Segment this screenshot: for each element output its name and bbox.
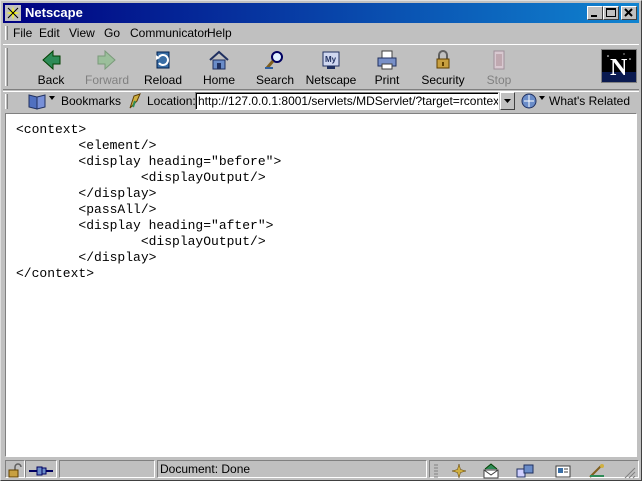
menu-bar: File Edit View Go Communicator Help bbox=[3, 24, 639, 42]
bookmarks-label: Bookmarks bbox=[61, 94, 122, 108]
maximize-button[interactable] bbox=[603, 6, 619, 20]
security-button[interactable]: Security bbox=[416, 48, 470, 88]
forward-arrow-icon bbox=[97, 49, 116, 71]
navigation-toolbar: Back Forward Reload Home Search My Netsc… bbox=[3, 44, 639, 90]
url-input[interactable]: http://127.0.0.1:8001/servlets/MDServlet… bbox=[195, 92, 499, 110]
location-toolbar-grip[interactable] bbox=[5, 94, 8, 109]
forward-label: Forward bbox=[84, 73, 129, 87]
my-netscape-button[interactable]: My Netscape bbox=[304, 48, 358, 88]
progress-bar bbox=[59, 460, 155, 478]
code-line: <context> bbox=[16, 122, 87, 137]
location-label-text: Location: bbox=[147, 94, 196, 108]
menu-edit[interactable]: Edit bbox=[39, 26, 60, 40]
menu-help[interactable]: Help bbox=[207, 26, 232, 40]
minimize-button[interactable] bbox=[587, 6, 603, 20]
resize-grip-icon[interactable] bbox=[620, 463, 636, 479]
print-button[interactable]: Print bbox=[360, 48, 414, 88]
code-line: <passAll/> bbox=[16, 202, 157, 217]
search-button[interactable]: Search bbox=[248, 48, 302, 88]
address-book-icon[interactable] bbox=[554, 463, 572, 479]
close-icon bbox=[624, 8, 633, 17]
menu-view[interactable]: View bbox=[69, 26, 95, 40]
page-content[interactable]: <context> <element/> <display heading="b… bbox=[5, 113, 637, 457]
security-status-cell[interactable] bbox=[5, 460, 25, 478]
my-netscape-label: Netscape bbox=[305, 73, 357, 87]
status-bar: Document: Done bbox=[3, 459, 639, 479]
navigation-toolbar-grip[interactable] bbox=[5, 48, 8, 86]
mail-icon[interactable] bbox=[482, 463, 500, 479]
minimize-icon bbox=[591, 15, 597, 17]
code-line: <displayOutput/> bbox=[16, 234, 266, 249]
stop-icon bbox=[493, 50, 505, 70]
menu-communicator[interactable]: Communicator bbox=[130, 26, 208, 40]
reload-label: Reload bbox=[143, 73, 183, 87]
whats-related-button[interactable]: What's Related bbox=[519, 92, 639, 110]
security-label: Security bbox=[421, 73, 465, 87]
url-dropdown-button[interactable] bbox=[500, 92, 515, 110]
stop-button[interactable]: Stop bbox=[472, 48, 526, 88]
svg-text:N: N bbox=[610, 55, 628, 81]
my-netscape-icon: My bbox=[322, 51, 340, 69]
reload-button[interactable]: Reload bbox=[136, 48, 190, 88]
window-title: Netscape bbox=[25, 5, 83, 20]
browser-window: Netscape File Edit View Go Communicator … bbox=[0, 0, 642, 481]
code-line: </display> bbox=[16, 186, 157, 201]
location-toolbar: Bookmarks Location: http://127.0.0.1:800… bbox=[3, 91, 639, 111]
code-line: <element/> bbox=[16, 138, 157, 153]
maximize-icon bbox=[606, 8, 616, 17]
page-proxy-icon[interactable] bbox=[127, 93, 143, 109]
reload-icon bbox=[156, 51, 170, 69]
netscape-throbber-logo[interactable]: N bbox=[601, 49, 637, 83]
search-icon bbox=[265, 51, 283, 69]
close-button[interactable] bbox=[621, 6, 637, 20]
home-button[interactable]: Home bbox=[192, 48, 246, 88]
back-button[interactable]: Back bbox=[24, 48, 78, 88]
component-bar bbox=[429, 460, 639, 479]
search-label: Search bbox=[255, 73, 295, 87]
title-bar[interactable]: Netscape bbox=[3, 3, 639, 23]
stop-label: Stop bbox=[486, 73, 512, 87]
unlocked-padlock-icon bbox=[8, 463, 22, 478]
online-plug-icon bbox=[29, 466, 53, 476]
netscape-n-icon: N bbox=[602, 50, 636, 82]
home-icon bbox=[209, 50, 229, 70]
svg-text:My: My bbox=[325, 55, 337, 64]
navigator-icon[interactable] bbox=[450, 463, 468, 479]
status-message: Document: Done bbox=[157, 460, 427, 478]
security-lock-icon bbox=[436, 50, 450, 69]
whats-related-label: What's Related bbox=[549, 94, 630, 108]
back-label: Back bbox=[37, 73, 65, 87]
whats-related-icon bbox=[521, 93, 545, 109]
component-bar-grip-icon[interactable] bbox=[432, 463, 440, 479]
code-line: <display heading="before"> bbox=[16, 154, 282, 169]
menu-go[interactable]: Go bbox=[104, 26, 120, 40]
menu-file[interactable]: File bbox=[13, 26, 32, 40]
forward-button[interactable]: Forward bbox=[80, 48, 134, 88]
print-label: Print bbox=[374, 73, 400, 87]
newsgroups-icon[interactable] bbox=[516, 463, 534, 479]
composer-icon[interactable] bbox=[588, 463, 606, 479]
code-line: </context> bbox=[16, 266, 95, 281]
netscape-app-icon[interactable] bbox=[5, 5, 21, 21]
chevron-down-icon bbox=[504, 99, 511, 103]
bookmarks-icon bbox=[28, 94, 55, 110]
code-line: <display heading="after"> bbox=[16, 218, 274, 233]
back-arrow-icon bbox=[42, 49, 61, 71]
home-label: Home bbox=[202, 73, 235, 87]
print-icon bbox=[377, 50, 397, 70]
menu-bar-grip[interactable] bbox=[5, 26, 8, 40]
code-line: <displayOutput/> bbox=[16, 170, 266, 185]
connection-status-cell[interactable] bbox=[25, 460, 57, 478]
xml-source-text: <context> <element/> <display heading="b… bbox=[16, 122, 281, 282]
code-line: </display> bbox=[16, 250, 157, 265]
